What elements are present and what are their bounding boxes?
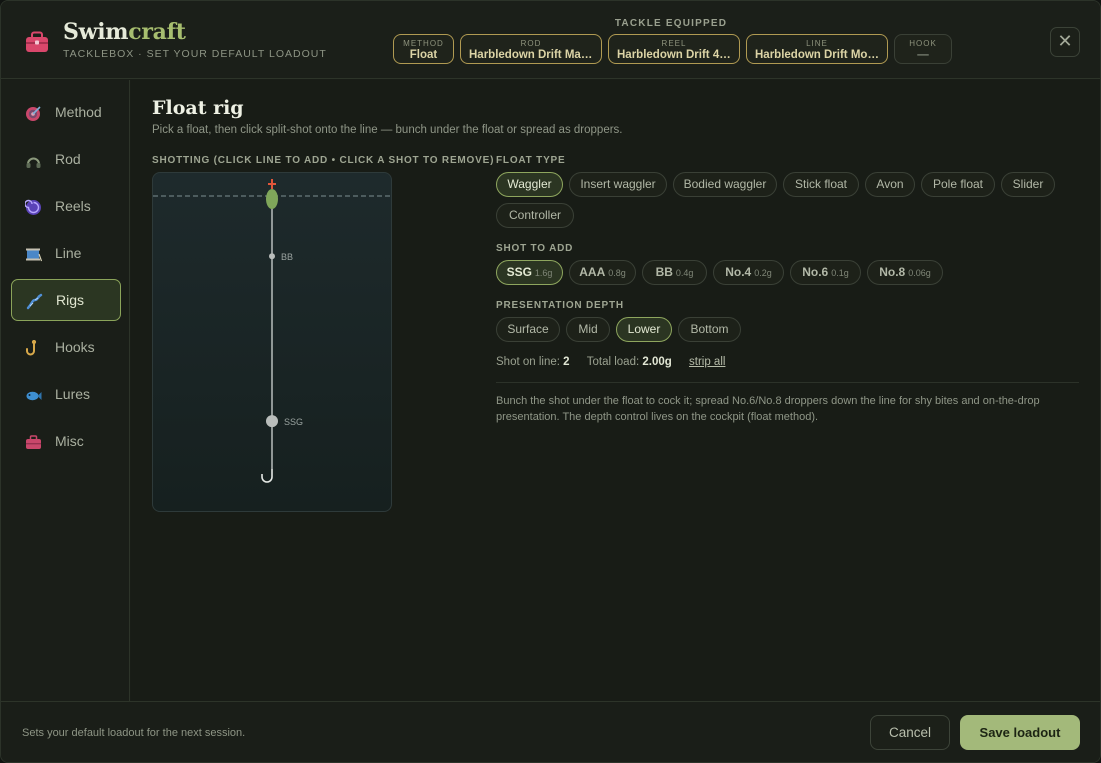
close-button[interactable]: ✕: [1050, 27, 1080, 57]
sidebar-item-line[interactable]: Line: [11, 233, 121, 275]
header: Swimcraft TACKLEBOX · SET YOUR DEFAULT L…: [1, 1, 1100, 79]
tacklebox-dialog: Swimcraft TACKLEBOX · SET YOUR DEFAULT L…: [0, 0, 1101, 763]
hook-icon: [26, 340, 37, 356]
rig-canvas[interactable]: BB SSG: [152, 172, 392, 512]
shot-stats: Shot on line: 2 Total load: 2.00g strip …: [496, 356, 726, 368]
float-marker: [266, 179, 278, 209]
shot-no6[interactable]: No.6 0.1g: [790, 260, 861, 285]
sidebar-item-lures[interactable]: Lures: [11, 374, 121, 416]
sidebar-item-misc[interactable]: Misc: [11, 421, 121, 463]
split-shot-ssg[interactable]: SSG: [266, 415, 303, 428]
shot-no8[interactable]: No.8 0.06g: [867, 260, 943, 285]
float-type-waggler[interactable]: Waggler: [496, 172, 563, 197]
shot-bb[interactable]: BB 0.4g: [642, 260, 707, 285]
depth-bottom[interactable]: Bottom: [678, 317, 741, 342]
float-type-pole-float[interactable]: Pole float: [921, 172, 995, 197]
page-subtitle: Pick a float, then click split-shot onto…: [152, 124, 623, 136]
cancel-button[interactable]: Cancel: [870, 715, 950, 750]
sidebar-item-rod[interactable]: Rod: [11, 139, 121, 181]
footer: Sets your default loadout for the next s…: [1, 701, 1100, 762]
shotting-label: SHOTTING (CLICK LINE TO ADD • CLICK A SH…: [152, 155, 495, 166]
page-title: Float rig: [152, 97, 244, 119]
line-spool-icon: [26, 248, 42, 262]
tackle-equipped-title: TACKLE EQUIPPED: [614, 18, 728, 29]
target-icon: [26, 106, 41, 121]
float-type-bodied-waggler[interactable]: Bodied waggler: [673, 172, 777, 197]
brand-subtitle: TACKLEBOX · SET YOUR DEFAULT LOADOUT: [63, 48, 327, 60]
shot-ssg[interactable]: SSG 1.6g: [496, 260, 563, 285]
float-type-stick-float[interactable]: Stick float: [783, 172, 859, 197]
brand-title: Swimcraft: [63, 19, 186, 45]
sidebar-item-method[interactable]: Method: [11, 92, 121, 134]
total-load-value: 2.00g: [642, 356, 672, 368]
shot-no4[interactable]: No.4 0.2g: [713, 260, 784, 285]
sidebar-item-reels[interactable]: Reels: [11, 186, 121, 228]
strip-all-link[interactable]: strip all: [689, 356, 725, 368]
depth-lower[interactable]: Lower: [616, 317, 672, 342]
tacklebox-icon: [26, 31, 48, 52]
chip-hook[interactable]: HOOK —: [894, 34, 952, 64]
sidebar-item-hooks[interactable]: Hooks: [11, 327, 121, 369]
shot-to-add-label: SHOT TO ADD: [496, 243, 574, 254]
sidebar: Method Rod Reels Line Rigs Hooks Lures M…: [1, 80, 130, 701]
rig-diagram[interactable]: BB SSG: [153, 173, 392, 512]
float-type-controller[interactable]: Controller: [496, 203, 574, 228]
close-icon: ✕: [1057, 31, 1073, 51]
depth-surface[interactable]: Surface: [496, 317, 560, 342]
float-type-insert-waggler[interactable]: Insert waggler: [569, 172, 667, 197]
help-note: Bunch the shot under the float to cock i…: [496, 395, 1040, 423]
main-panel: Float rig Pick a float, then click split…: [131, 80, 1100, 701]
sidebar-item-rigs[interactable]: Rigs: [11, 279, 121, 321]
chip-method[interactable]: METHOD Float: [393, 34, 454, 64]
shot-on-line-count: 2: [563, 356, 570, 368]
rig-icon: [26, 293, 43, 310]
toolbox-icon: [26, 435, 41, 449]
float-type-slider[interactable]: Slider: [1001, 172, 1055, 197]
float-type-avon[interactable]: Avon: [865, 172, 915, 197]
depth-mid[interactable]: Mid: [566, 317, 610, 342]
split-shot-label: SSG: [284, 417, 303, 427]
chip-rod[interactable]: ROD Harbledown Drift Matc...: [460, 34, 602, 64]
chip-reel[interactable]: REEL Harbledown Drift 4000: [608, 34, 740, 64]
shot-aaa[interactable]: AAA 0.8g: [569, 260, 636, 285]
presentation-depth-label: PRESENTATION DEPTH: [496, 300, 624, 311]
float-type-label: FLOAT TYPE: [496, 155, 566, 166]
hook-marker: [261, 469, 273, 483]
rod-icon: [26, 157, 41, 168]
divider: [496, 382, 1079, 383]
chip-line[interactable]: LINE Harbledown Drift Mon...: [746, 34, 888, 64]
fish-icon: [26, 391, 42, 401]
footer-note: Sets your default loadout for the next s…: [22, 727, 246, 739]
reel-icon: [25, 199, 41, 215]
split-shot-label: BB: [281, 252, 293, 262]
save-loadout-button[interactable]: Save loadout: [960, 715, 1080, 750]
